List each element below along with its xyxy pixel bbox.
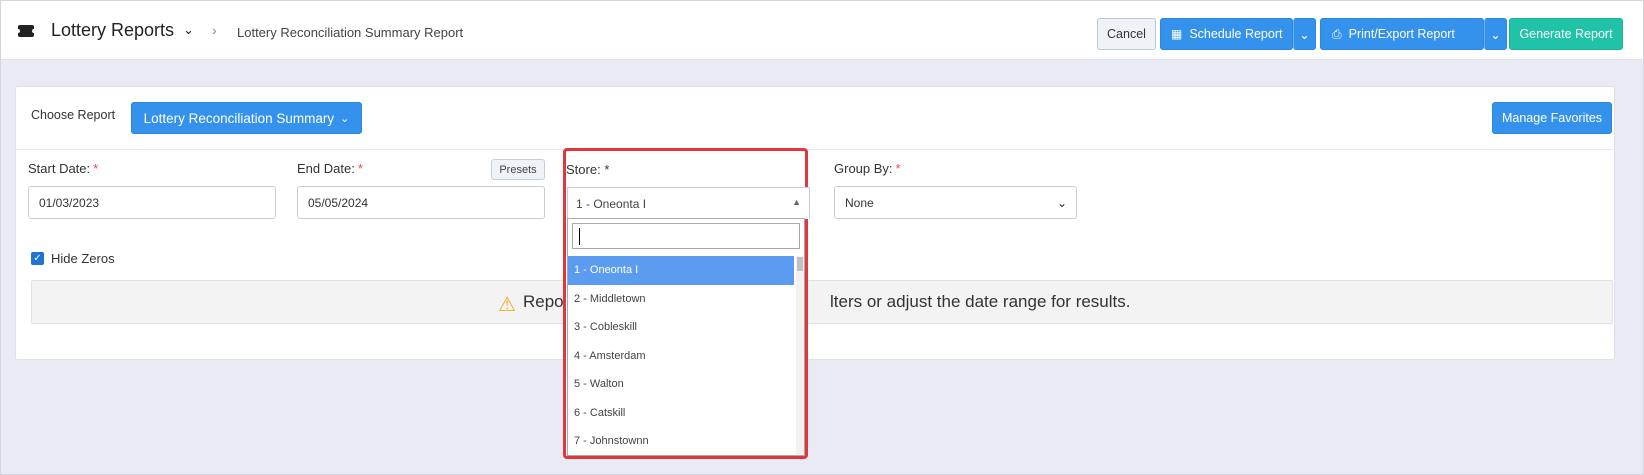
notice-text-left: Repo (523, 292, 564, 311)
store-selected-value: 1 - Oneonta I (576, 196, 647, 211)
store-option[interactable]: 1 - Oneonta I (568, 256, 794, 285)
app-title[interactable]: Lottery Reports (51, 20, 174, 41)
group-by-value: None (845, 195, 874, 210)
choose-report-label: Choose Report (31, 108, 116, 122)
calendar-icon: ▦ (1171, 27, 1183, 41)
store-options-scrollbar[interactable] (796, 256, 804, 455)
presets-button[interactable]: Presets (491, 159, 545, 180)
print-export-label: Print/Export Report (1348, 27, 1455, 41)
group-by-label: Group By: * (834, 161, 901, 176)
choose-report-dropdown[interactable]: Lottery Reconciliation Summary ⌄ (131, 102, 362, 134)
required-marker: * (895, 161, 901, 176)
store-options-list: 1 - Oneonta I 2 - Middletown 3 - Coblesk… (568, 256, 794, 455)
cancel-button[interactable]: Cancel (1097, 18, 1156, 50)
end-date-input[interactable]: 05/05/2024 (297, 186, 545, 219)
print-export-dropdown-toggle[interactable]: ⌄ (1484, 18, 1507, 50)
choose-report-value: Lottery Reconciliation Summary (143, 110, 335, 126)
start-date-input[interactable]: 01/03/2023 (28, 186, 276, 219)
chevron-down-icon: ⌄ (1299, 27, 1310, 42)
print-export-button[interactable]: ⎙ Print/Export Report (1320, 18, 1484, 50)
store-option[interactable]: 7 - Johnstownn (568, 427, 794, 455)
generate-report-button[interactable]: Generate Report (1509, 18, 1623, 50)
store-option[interactable]: 3 - Cobleskill (568, 313, 794, 342)
store-search-input[interactable] (572, 223, 800, 249)
store-option[interactable]: 2 - Middletown (568, 285, 794, 314)
chevron-down-icon[interactable]: ⌄ (183, 22, 194, 38)
group-by-select[interactable]: None ⌄ (834, 186, 1077, 219)
hide-zeros-checkbox[interactable]: ✓ (31, 252, 44, 265)
store-dropdown-panel: 1 - Oneonta I 2 - Middletown 3 - Coblesk… (567, 218, 805, 456)
breadcrumb-current: Lottery Reconciliation Summary Report (237, 25, 464, 40)
no-results-notice (31, 280, 1613, 324)
scrollbar-thumb[interactable] (797, 257, 803, 271)
start-date-label: Start Date: * (28, 161, 99, 176)
chevron-down-icon: ⌄ (340, 112, 350, 125)
text-cursor (579, 228, 580, 245)
required-marker: * (357, 161, 363, 176)
store-label: Store: * (566, 162, 610, 177)
store-select[interactable]: 1 - Oneonta I ▲ (567, 187, 810, 219)
required-marker: * (93, 161, 99, 176)
caret-up-icon: ▲ (792, 197, 801, 207)
chevron-right-icon: › (212, 22, 217, 38)
schedule-dropdown-toggle[interactable]: ⌄ (1293, 18, 1316, 50)
chevron-down-icon: ⌄ (1056, 196, 1067, 210)
chevron-down-icon: ⌄ (1490, 27, 1501, 42)
end-date-label: End Date: * (297, 161, 363, 176)
store-option[interactable]: 6 - Catskill (568, 399, 794, 428)
warning-icon: ⚠ (498, 294, 516, 316)
store-option[interactable]: 4 - Amsterdam (568, 342, 794, 371)
manage-favorites-button[interactable]: Manage Favorites (1492, 102, 1612, 134)
printer-icon: ⎙ (1332, 26, 1342, 41)
notice-text-right: lters or adjust the date range for resul… (830, 292, 1131, 311)
card-divider (15, 149, 1613, 150)
store-option[interactable]: 5 - Walton (568, 370, 794, 399)
hide-zeros-label[interactable]: Hide Zeros (51, 251, 115, 266)
schedule-report-label: Schedule Report (1189, 27, 1283, 41)
schedule-report-button[interactable]: ▦ Schedule Report (1160, 18, 1293, 50)
ticket-icon (16, 25, 36, 37)
